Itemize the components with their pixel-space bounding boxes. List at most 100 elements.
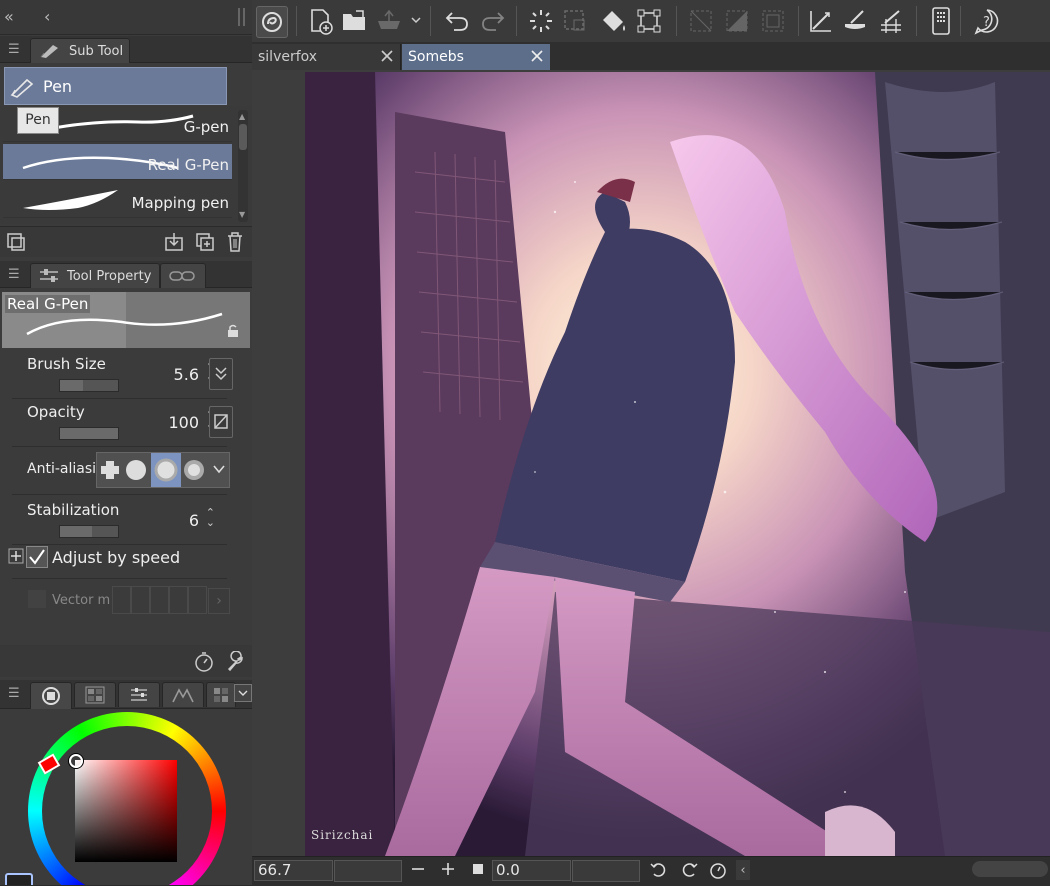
color-panel-header: ☰ [0,680,252,709]
vector-magnet-selector[interactable]: › [112,586,230,614]
toolbar-separator [960,6,961,36]
tab-color-set[interactable] [74,682,116,707]
aa-weak-icon[interactable] [125,459,147,481]
stabilization-stepper[interactable]: ⌃ ⌄ [206,507,215,528]
chevron-left-icon[interactable]: ‹ [736,860,750,880]
smartphone-icon[interactable] [926,6,956,36]
lock-icon[interactable] [226,324,240,338]
fit-square-icon[interactable] [472,863,484,875]
subtool-item-mapping-pen[interactable]: Mapping pen [3,182,232,218]
tab-color-slider[interactable] [118,682,160,707]
snap-to-special-ruler-icon[interactable] [840,6,870,36]
open-folder-icon[interactable] [340,6,370,36]
toolbar-separator [296,6,297,36]
subtool-item-real-g-pen[interactable]: Real G-Pen [3,144,232,180]
tone-area-icon [722,6,752,36]
doc-tab-silverfox[interactable]: silverfox [252,44,401,70]
zoom-out-icon[interactable] [410,861,426,877]
opacity-label: Opacity [27,403,85,421]
anti-aliasing-selector[interactable] [96,452,230,488]
rotation-slider[interactable] [572,860,640,882]
aa-medium-icon[interactable] [151,453,181,487]
import-icon[interactable] [164,232,184,252]
stabilization-label: Stabilization [27,501,120,519]
horizontal-scrollbar[interactable] [972,861,1048,877]
doc-tab-somebs[interactable]: Somebs [402,44,550,70]
close-icon[interactable] [530,49,544,63]
brush-size-dynamics-button[interactable] [209,358,233,390]
color-picker-marker[interactable] [69,754,83,768]
opacity-dynamics-button[interactable] [209,406,233,438]
subtool-settings-icon[interactable] [6,232,26,252]
tab-tool-property-label: Tool Property [67,268,152,284]
chevron-down-icon[interactable] [410,14,422,26]
svg-text:?: ? [983,15,990,30]
toolbar-separator [916,6,917,36]
fill-bucket-icon[interactable] [598,6,628,36]
vector-magnet-checkbox[interactable] [28,590,46,608]
timer-icon[interactable] [193,651,215,673]
wrench-icon[interactable] [225,651,247,673]
stabilization-value[interactable]: 6 [189,511,199,530]
snap-to-ruler-icon[interactable] [806,6,836,36]
tab-brush-shape[interactable] [160,263,206,288]
zoom-in-icon[interactable] [440,861,456,877]
opacity-slider[interactable] [59,427,119,440]
zoom-slider[interactable] [334,860,402,882]
subtool-header: ☰ Sub Tool [0,36,252,63]
anti-aliasing-label: Anti-aliasin [27,461,97,477]
duplicate-icon[interactable] [195,232,215,252]
tab-intermediate-color[interactable] [162,682,204,707]
menu-icon[interactable]: ☰ [8,42,20,57]
saturation-value-square[interactable] [75,760,177,862]
vector-magnet-row: Vector ma › [12,582,230,620]
zoom-field[interactable]: 66.7 [254,860,333,881]
chevron-down-icon[interactable] [234,684,252,702]
doc-tab-label: silverfox [258,49,318,65]
subtool-group-pen[interactable]: Pen [4,67,227,105]
help-icon[interactable]: ? [972,6,1002,36]
opacity-value[interactable]: 100 [168,413,199,432]
menu-icon[interactable]: ☰ [8,686,20,701]
collapse-panel-icon[interactable]: « [4,7,14,26]
subtool-scrollbar[interactable]: ▲ ▼ [238,110,248,222]
rotation-field[interactable]: 0.0 [492,860,571,881]
rotate-right-icon[interactable] [680,861,698,879]
undo-icon[interactable] [442,6,472,36]
subtool-group-label: Pen [43,77,73,96]
brush-size-label: Brush Size [27,355,106,373]
chevron-right-icon[interactable]: › [208,588,230,614]
doc-tab-label: Somebs [408,49,464,65]
stabilization-slider[interactable] [59,525,119,538]
menu-icon[interactable]: ☰ [8,267,20,282]
transform-icon[interactable] [634,6,664,36]
link-icon [169,269,197,283]
main-color-swatch[interactable] [5,873,33,885]
close-icon[interactable] [380,49,394,63]
brush-size-slider[interactable] [59,379,119,392]
tab-approximate-color[interactable] [206,682,236,707]
tab-color-wheel[interactable] [30,682,72,709]
loading-spinner-icon[interactable] [526,6,556,36]
brush-size-value[interactable]: 5.6 [174,365,199,384]
expand-icon[interactable] [8,548,24,564]
tab-tool-property[interactable]: Tool Property [30,263,160,288]
stroke-preview-icon [26,312,223,336]
artwork-canvas[interactable]: Sirizchai [305,72,1050,856]
reset-rotation-icon[interactable] [708,860,728,880]
new-file-icon[interactable] [306,6,336,36]
chevron-left-icon[interactable]: ‹ [44,7,50,26]
aa-none-icon[interactable] [99,459,121,481]
trash-icon[interactable] [225,231,245,253]
tab-sub-tool[interactable]: Sub Tool [30,38,130,63]
aa-strong-icon[interactable] [183,459,205,481]
rotate-left-icon[interactable] [650,861,668,879]
clip-studio-icon[interactable] [256,6,288,38]
clear-selection-icon [560,6,590,36]
chevron-down-icon[interactable] [211,461,227,477]
snap-to-grid-icon[interactable] [876,6,906,36]
command-bar: ? [252,0,1050,43]
adjust-by-speed-checkbox[interactable] [26,546,48,568]
color-wheel[interactable] [28,712,226,885]
panel-grip-icon[interactable] [238,8,246,26]
